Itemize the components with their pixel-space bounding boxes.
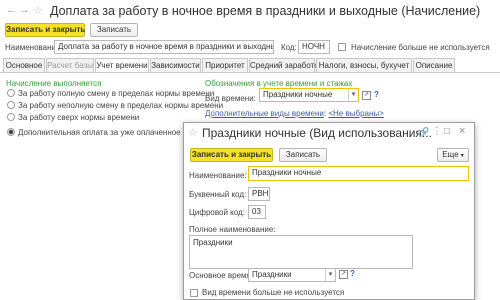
radio-extra-pay[interactable]: [7, 128, 15, 136]
tab-divider: [0, 72, 500, 73]
more-label: Еще: [442, 150, 459, 159]
tab-dependencies[interactable]: Зависимости: [150, 58, 201, 72]
radio-full-shift-label: За работу полную смену в пределах нормы …: [18, 89, 215, 98]
forward-icon[interactable]: →: [19, 4, 30, 16]
dialog-unused-checkbox[interactable]: [190, 289, 198, 297]
save-button[interactable]: Записать: [90, 23, 138, 37]
unused-label: Начисление больше не используется: [351, 43, 490, 52]
time-type-label: Вид времени:: [205, 94, 256, 103]
radio-overtime-label: За работу сверх нормы времени: [18, 113, 140, 122]
radio-extra-pay-label: Дополнительная оплата за уже оплаченное …: [18, 128, 206, 137]
save-and-close-button[interactable]: Записать и закрыть: [5, 23, 85, 37]
dialog-save-close-button[interactable]: Записать и закрыть: [190, 148, 273, 162]
dialog-unused-label: Вид времени больше не используется: [202, 288, 345, 297]
radio-part-shift[interactable]: [7, 101, 15, 109]
tab-taxes[interactable]: Налоги, взносы, бухучет: [316, 58, 412, 72]
help-icon[interactable]: ?: [374, 90, 379, 99]
performed-heading: Начисление выполняется: [6, 79, 102, 88]
tab-average-earnings[interactable]: Средний заработок: [249, 58, 322, 72]
code-input[interactable]: НОЧН: [298, 40, 330, 54]
radio-part-shift-label: За работу неполную смену в пределах норм…: [18, 101, 224, 110]
dialog-title: Праздники ночные (Вид использования...: [202, 126, 432, 140]
letter-code-label: Буквенный код:: [189, 190, 247, 199]
dialog-name-input[interactable]: Праздники ночные: [248, 166, 469, 181]
dialog-name-label: Наименование:: [189, 171, 247, 180]
link-icon[interactable]: 🔗: [418, 127, 429, 138]
dialog-star-icon[interactable]: ☆: [188, 126, 198, 139]
dialog-more-button[interactable]: Еще ▾: [437, 148, 469, 162]
tab-priority[interactable]: Приоритет: [202, 58, 248, 72]
name-input[interactable]: Доплата за работу в ночное время в празд…: [54, 40, 274, 54]
radio-overtime[interactable]: [7, 113, 15, 121]
tab-main[interactable]: Основное: [3, 58, 45, 72]
maximize-icon[interactable]: □: [444, 126, 450, 137]
tab-description[interactable]: Описание: [413, 58, 455, 72]
dialog-window: ☆ Праздники ночные (Вид использования...…: [183, 122, 475, 300]
chevron-down-icon: ▾: [460, 153, 464, 159]
digit-code-input[interactable]: 03: [248, 205, 266, 219]
unused-checkbox[interactable]: [338, 43, 346, 51]
base-time-value: Праздники: [252, 270, 292, 279]
window-title: Доплата за работу в ночное время в празд…: [50, 4, 481, 18]
extra-time-value[interactable]: <Не выбраны>: [328, 109, 383, 118]
link-icon[interactable]: ↗: [362, 91, 371, 100]
radio-full-shift[interactable]: [7, 89, 15, 97]
time-type-value: Праздники ночные: [263, 90, 333, 99]
full-name-label: Полное наименование:: [189, 225, 276, 234]
base-time-link-icon[interactable]: ↗: [339, 270, 348, 279]
back-icon[interactable]: ←: [6, 4, 17, 16]
base-time-select[interactable]: Праздники ▾: [248, 268, 336, 282]
tab-time-accounting[interactable]: Учет времени: [95, 58, 149, 73]
dialog-save-button[interactable]: Записать: [279, 148, 327, 162]
tab-base-calc[interactable]: Расчет базы: [46, 58, 94, 72]
chevron-down-icon[interactable]: ▾: [348, 89, 358, 101]
code-label: Код:: [281, 43, 297, 52]
star-icon[interactable]: ☆: [33, 4, 43, 17]
chevron-down-icon[interactable]: ▾: [325, 269, 335, 281]
base-time-label: Основное время:: [189, 271, 254, 280]
extra-time-types: Дополнительные виды времени: <Не выбраны…: [205, 109, 384, 118]
time-type-select[interactable]: Праздники ночные ▾: [259, 88, 359, 102]
extra-time-link[interactable]: Дополнительные виды времени: [205, 109, 324, 118]
letter-code-input[interactable]: РВН: [248, 187, 270, 201]
full-name-textarea[interactable]: Праздники: [189, 235, 413, 269]
base-time-help-icon[interactable]: ?: [350, 269, 355, 278]
menu-icon[interactable]: ⋮: [432, 126, 442, 137]
close-icon[interactable]: ×: [459, 125, 465, 137]
digit-code-label: Цифровой код:: [189, 208, 245, 217]
